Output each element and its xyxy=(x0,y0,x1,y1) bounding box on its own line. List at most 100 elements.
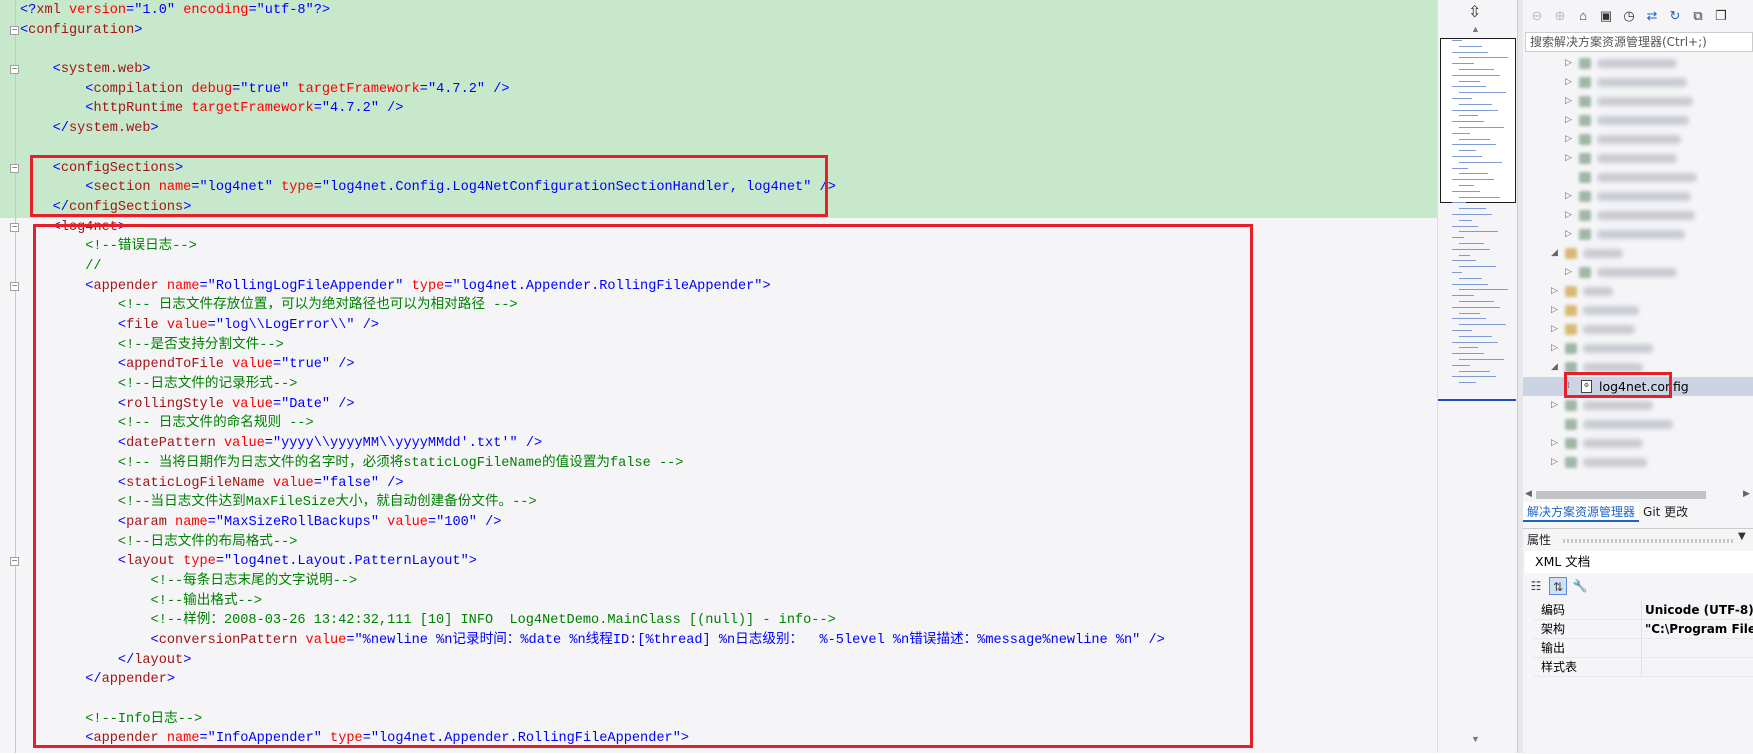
minimap-line xyxy=(1459,185,1474,186)
minimap-line xyxy=(1452,376,1496,378)
code-token: = xyxy=(313,101,322,117)
code-token: ?> xyxy=(313,3,331,18)
tab-git-changes[interactable]: Git 更改 xyxy=(1639,502,1692,522)
code-token: compilation xyxy=(93,81,184,97)
selected-file-highlight-box xyxy=(1564,372,1672,398)
fold-toggle-icon[interactable] xyxy=(10,281,19,291)
minimap-line xyxy=(1452,330,1472,331)
forward-icon[interactable]: ⊕ xyxy=(1550,6,1570,26)
code-token: /> xyxy=(485,81,510,97)
minimap-line xyxy=(1459,80,1480,82)
pending-changes-icon[interactable]: ◷ xyxy=(1619,6,1639,26)
categorized-icon[interactable]: ☷ xyxy=(1527,577,1545,595)
minimap-line xyxy=(1452,86,1486,88)
scrollbar-thumb[interactable] xyxy=(1536,491,1706,499)
solution-tree[interactable]: ▷ ▷ ▷ ▷ ▷ ▷ ▷ ▷ ▷ ◢ ▷ ▷ ▷ ▷ ▷ ◢ ⁞ ⚙ log4… xyxy=(1523,54,1753,484)
tree-item[interactable] xyxy=(1523,168,1753,187)
tree-item[interactable] xyxy=(1523,415,1753,434)
tree-horizontal-scrollbar[interactable]: ◀ ▶ xyxy=(1523,488,1753,502)
show-all-files-icon[interactable]: ❐ xyxy=(1711,6,1731,26)
tree-item[interactable]: ▷ xyxy=(1523,453,1753,472)
collapse-all-icon[interactable]: ⧉ xyxy=(1688,6,1708,26)
property-pages-icon[interactable]: 🔧 xyxy=(1571,577,1589,595)
tree-item[interactable]: ▷ xyxy=(1523,396,1753,415)
code-editor[interactable]: <?xml version="1.0" encoding="utf-8"?><c… xyxy=(0,0,1437,753)
minimap-line xyxy=(1459,92,1506,94)
tree-item[interactable]: ▷ xyxy=(1523,54,1753,73)
minimap-line xyxy=(1452,364,1470,366)
tree-item[interactable]: ▷ xyxy=(1523,111,1753,130)
code-token: encoding xyxy=(175,3,249,18)
config-sections-highlight-box xyxy=(30,155,828,217)
panel-grip[interactable] xyxy=(1563,539,1733,543)
gutter-divider xyxy=(15,0,16,753)
tree-item[interactable]: ▷ xyxy=(1523,187,1753,206)
property-row-stylesheet[interactable]: 样式表 xyxy=(1533,658,1753,677)
split-editor-icon[interactable]: ⇳ xyxy=(1468,2,1481,22)
tree-item[interactable]: ▷ xyxy=(1523,149,1753,168)
tree-item[interactable]: ▷ xyxy=(1523,206,1753,225)
minimap-line xyxy=(1459,196,1500,198)
tree-item[interactable]: ▷ xyxy=(1523,282,1753,301)
tree-item[interactable]: ▷ xyxy=(1523,92,1753,111)
minimap-line xyxy=(1459,161,1502,163)
fold-toggle-icon[interactable] xyxy=(10,65,19,75)
properties-toolbar: ☷ ⇅ 🔧 xyxy=(1523,575,1753,597)
tree-item[interactable]: ◢ xyxy=(1523,244,1753,263)
minimap-line xyxy=(1459,324,1506,326)
tree-item[interactable]: ▷ xyxy=(1523,73,1753,92)
minimap-line xyxy=(1459,208,1486,210)
back-icon[interactable]: ⊖ xyxy=(1527,6,1547,26)
code-token: version xyxy=(60,3,127,18)
scroll-down-arrow-icon[interactable]: ▼ xyxy=(1471,734,1480,744)
alphabetical-icon[interactable]: ⇅ xyxy=(1549,577,1567,595)
fold-toggle-icon[interactable] xyxy=(10,25,19,35)
solution-search-input[interactable]: 搜索解决方案资源管理器(Ctrl+;) xyxy=(1525,32,1753,52)
refresh-icon[interactable]: ↻ xyxy=(1665,6,1685,26)
explorer-tab-strip: 解决方案资源管理器 Git 更改 xyxy=(1523,502,1753,522)
object-selector[interactable]: XML 文档 xyxy=(1525,551,1753,573)
minimap-line xyxy=(1459,312,1480,314)
switch-views-icon[interactable]: ▣ xyxy=(1596,6,1616,26)
editor-minimap[interactable]: ⇳ ▲ ▼ xyxy=(1437,0,1518,753)
property-row-output[interactable]: 输出 xyxy=(1533,639,1753,658)
minimap-line xyxy=(1459,150,1476,152)
fold-toggle-icon[interactable] xyxy=(10,163,19,173)
sync-icon[interactable]: ⇄ xyxy=(1642,6,1662,26)
code-token: "4.7.2" xyxy=(427,81,486,97)
tree-item[interactable]: ▷ xyxy=(1523,434,1753,453)
code-token: "true" xyxy=(240,81,290,97)
property-row-schema[interactable]: 架构 "C:\Program Files xyxy=(1533,620,1753,639)
fold-toggle-icon[interactable] xyxy=(10,557,19,567)
minimap-line xyxy=(1459,254,1470,256)
code-token: targetFramework xyxy=(289,81,420,97)
minimap-line xyxy=(1459,219,1472,221)
dropdown-arrow-icon[interactable]: ▼ xyxy=(1738,531,1746,542)
minimap-line xyxy=(1459,231,1498,233)
property-row-encoding[interactable]: 编码 Unicode (UTF-8) xyxy=(1533,601,1753,620)
tree-item[interactable]: ▷ xyxy=(1523,263,1753,282)
minimap-line xyxy=(1452,156,1482,157)
minimap-line xyxy=(1452,225,1478,227)
tab-solution-explorer[interactable]: 解决方案资源管理器 xyxy=(1523,502,1640,522)
minimap-line xyxy=(1459,127,1504,128)
scroll-left-arrow-icon[interactable]: ◀ xyxy=(1525,488,1532,499)
minimap-line xyxy=(1452,306,1500,308)
code-token: <? xyxy=(20,3,37,18)
home-icon[interactable]: ⌂ xyxy=(1573,6,1593,26)
minimap-line xyxy=(1452,214,1492,215)
fold-toggle-icon[interactable] xyxy=(10,222,19,232)
code-text: <httpRuntime targetFramework="4.7.2" /> xyxy=(20,99,403,119)
scroll-right-arrow-icon[interactable]: ▶ xyxy=(1743,488,1750,499)
tree-item[interactable]: ▷ xyxy=(1523,301,1753,320)
code-text: </system.web> xyxy=(20,119,159,139)
tree-item[interactable]: ▷ xyxy=(1523,320,1753,339)
minimap-line xyxy=(1452,167,1468,169)
minimap-line xyxy=(1459,370,1490,372)
scroll-up-arrow-icon[interactable]: ▲ xyxy=(1471,24,1480,34)
code-token: "utf-8" xyxy=(256,3,314,18)
tree-item[interactable]: ▷ xyxy=(1523,225,1753,244)
code-token: httpRuntime xyxy=(93,101,184,117)
tree-item[interactable]: ▷ xyxy=(1523,339,1753,358)
tree-item[interactable]: ▷ xyxy=(1523,130,1753,149)
